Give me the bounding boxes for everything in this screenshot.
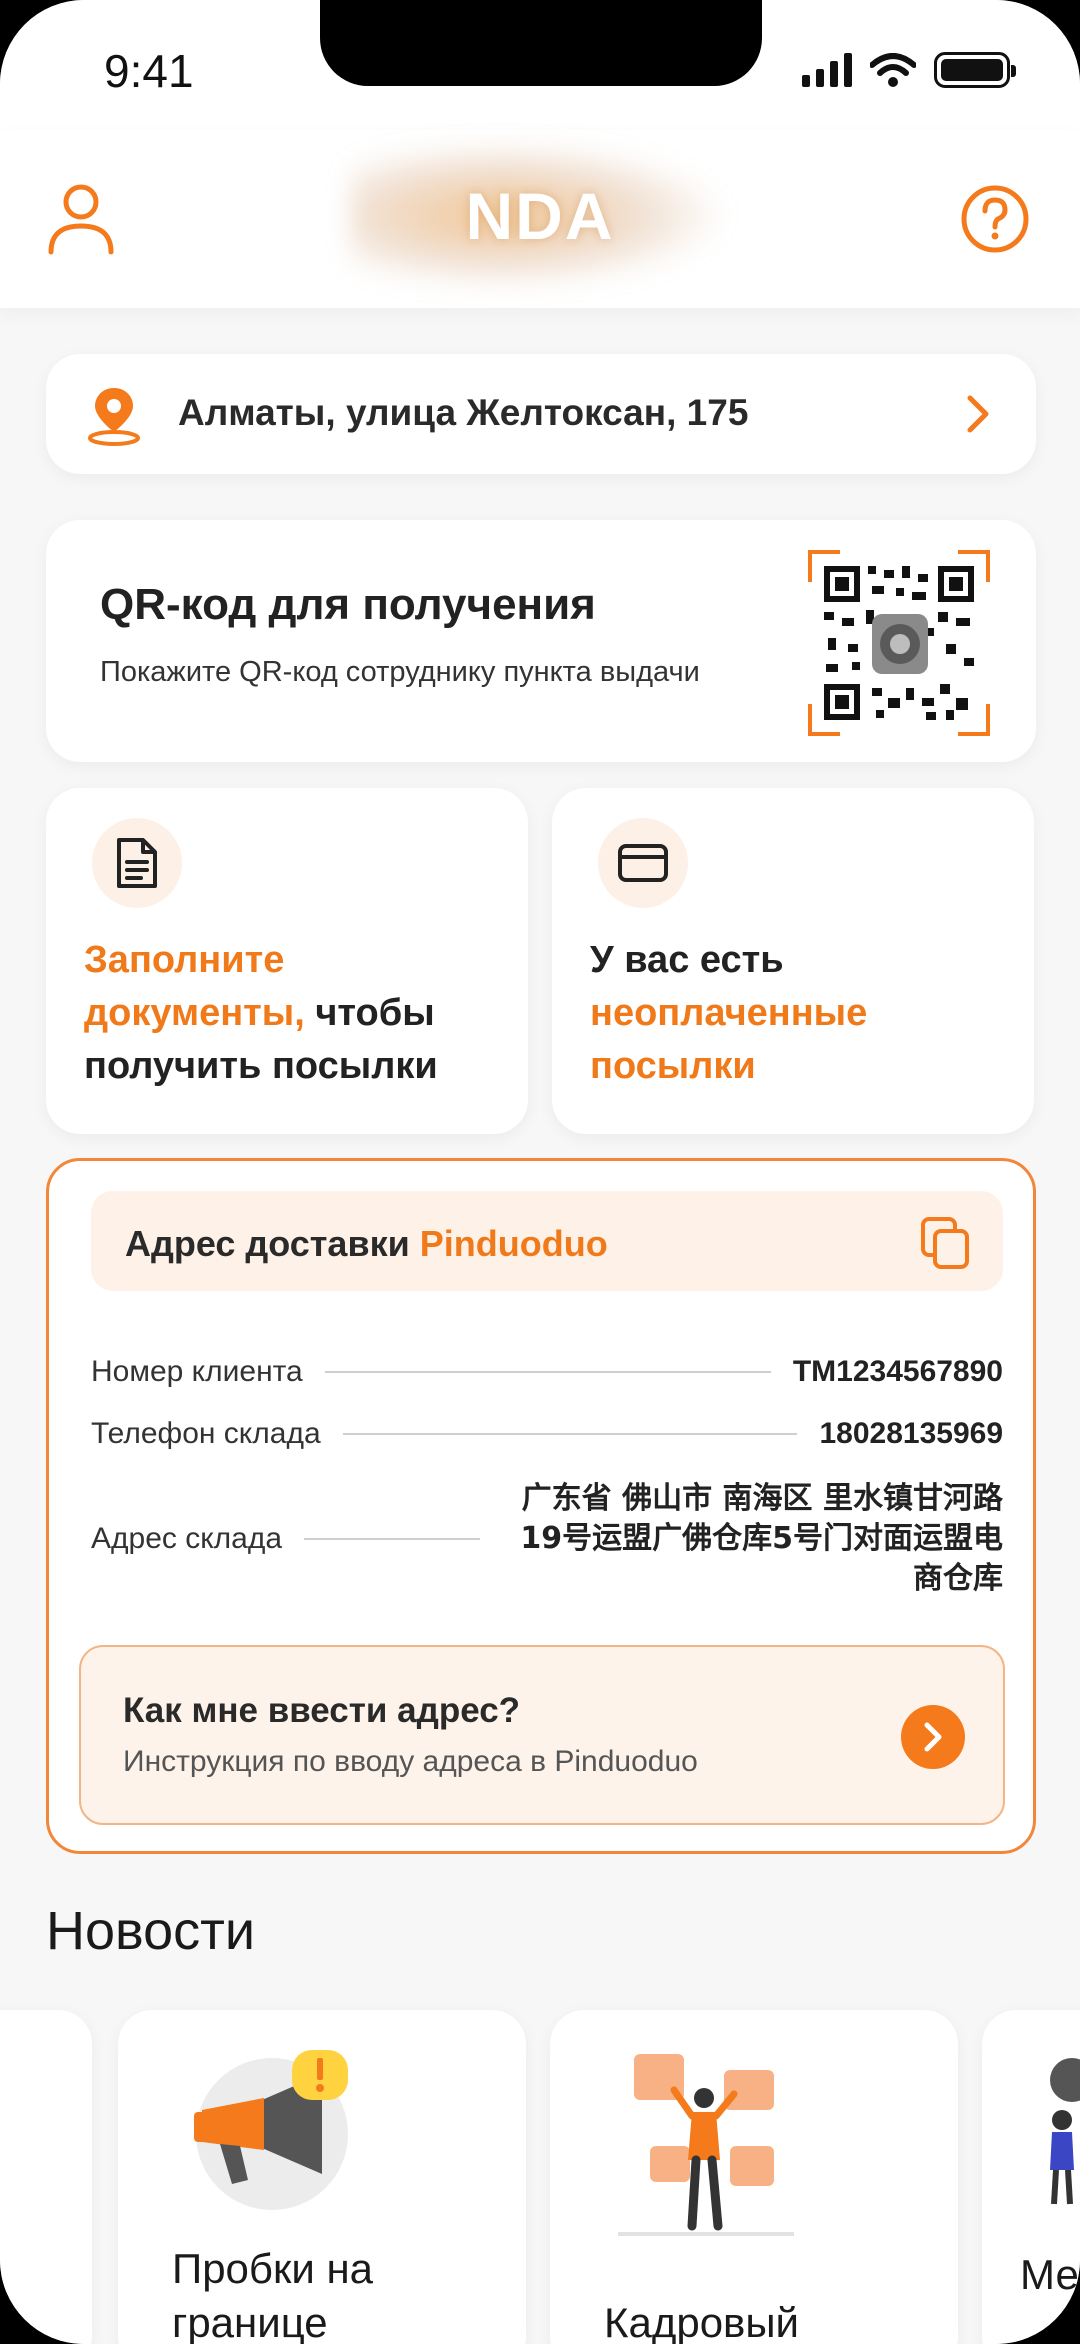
pickup-address-text: Алматы, улица Желтоксан, 175 — [178, 392, 749, 433]
qr-code-card[interactable]: QR-код для получения Покажите QR-код сот… — [46, 520, 1036, 762]
credit-card-icon — [598, 818, 688, 908]
fill-documents-text: Заполните документы, чтобы получить посы… — [84, 934, 504, 1093]
news-card[interactable] — [0, 2010, 92, 2344]
warehouse-address-row: Адрес склада 广东省 佛山市 南海区 里水镇甘河路19号运盟广佛仓库… — [91, 1479, 1003, 1599]
warehouse-address-label: Адрес склада — [91, 1522, 283, 1555]
delivery-address-block: Адрес доставки Pinduoduo Номер клиента T… — [46, 1158, 1036, 1854]
qr-code-icon[interactable] — [806, 548, 992, 738]
unpaid-parcels-text: У вас есть неоплаченные посылки — [590, 934, 1010, 1093]
battery-icon — [934, 52, 1016, 88]
pickup-address-selector[interactable]: Алматы, улица Желтоксан, 175 — [46, 354, 1036, 474]
warehouse-phone-value[interactable]: 18028135969 — [819, 1417, 1003, 1451]
status-icons — [802, 52, 1016, 88]
address-instruction-banner[interactable]: Как мне ввести адрес? Инструкция по ввод… — [79, 1645, 1005, 1825]
delivery-title-prefix: Адрес доставки — [125, 1223, 420, 1264]
news-card[interactable]: Ме... — [982, 2010, 1080, 2344]
help-icon[interactable] — [960, 184, 1030, 254]
news-card-title: Кадровый — [604, 2299, 800, 2344]
news-section-title: Новости — [46, 1901, 256, 1961]
row-divider — [304, 1538, 481, 1540]
app-screen: 9:41 NDA Алматы, улица Желтоксан, 175 QR… — [0, 0, 1080, 2344]
device-notch — [320, 0, 762, 86]
address-instruction-subtitle: Инструкция по вводу адреса в Pinduoduo — [123, 1745, 698, 1778]
profile-icon[interactable] — [46, 180, 116, 256]
fill-documents-highlight: Заполните документы, — [84, 939, 305, 1034]
status-bar: 9:41 — [0, 0, 1080, 130]
news-card-title: Пробки на границе — [172, 2245, 374, 2344]
chevron-right-icon — [967, 395, 989, 433]
news-card[interactable]: Пробки на границе — [118, 2010, 526, 2344]
row-divider — [342, 1433, 798, 1435]
qr-subtitle: Покажите QR-код сотруднику пункта выдачи — [100, 656, 700, 688]
app-header: NDA — [0, 130, 1080, 308]
warehouse-address-value[interactable]: 广东省 佛山市 南海区 里水镇甘河路19号运盟广佛仓库5号门对面运盟电商仓库 — [502, 1479, 1003, 1599]
megaphone-icon — [194, 2050, 348, 2210]
chevron-right-icon — [924, 1722, 942, 1752]
copy-icon[interactable] — [917, 1215, 973, 1271]
hr-illustration-icon — [618, 2054, 794, 2236]
arrow-right-button[interactable] — [901, 1705, 965, 1769]
people-illustration-icon — [1050, 2058, 1080, 2205]
document-icon — [92, 818, 182, 908]
warehouse-phone-label: Телефон склада — [91, 1417, 321, 1450]
client-number-label: Номер клиента — [91, 1355, 303, 1388]
qr-title: QR-код для получения — [100, 580, 596, 629]
news-card-title: Ме... — [1020, 2251, 1080, 2298]
delivery-address-title: Адрес доставки Pinduoduo — [125, 1223, 608, 1265]
app-logo: NDA — [465, 179, 615, 253]
address-instruction-title: Как мне ввести адрес? — [123, 1691, 521, 1730]
unpaid-parcels-tile[interactable]: У вас есть неоплаченные посылки — [552, 788, 1034, 1134]
unpaid-parcels-lead: У вас есть — [590, 939, 784, 981]
row-divider — [324, 1371, 771, 1373]
delivery-title-brand: Pinduoduo — [419, 1223, 608, 1264]
fill-documents-tile[interactable]: Заполните документы, чтобы получить посы… — [46, 788, 528, 1134]
wifi-icon — [870, 53, 916, 87]
warehouse-phone-row: Телефон склада 18028135969 — [91, 1417, 1003, 1451]
cellular-signal-icon — [802, 53, 852, 87]
client-number-value[interactable]: TM1234567890 — [793, 1355, 1003, 1389]
unpaid-parcels-highlight: неоплаченные посылки — [590, 992, 868, 1087]
location-pin-icon — [88, 388, 140, 446]
status-time: 9:41 — [104, 45, 194, 97]
client-number-row: Номер клиента TM1234567890 — [91, 1355, 1003, 1389]
delivery-address-header: Адрес доставки Pinduoduo — [91, 1191, 1003, 1291]
news-card[interactable]: Кадровый — [550, 2010, 958, 2344]
